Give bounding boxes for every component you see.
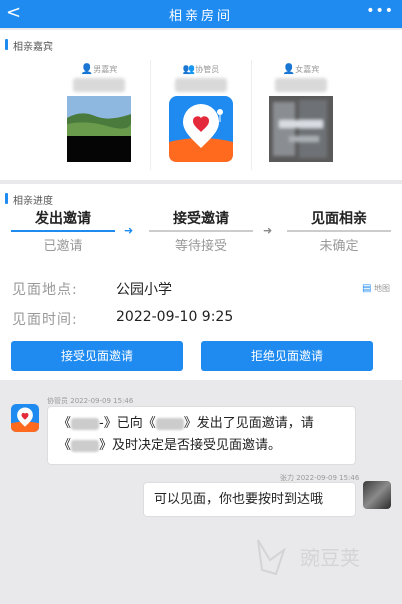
guest-role: 👤男嘉宾 (80, 64, 118, 75)
step-title: 接受邀请 (173, 211, 229, 227)
guest-role: 👤女嘉宾 (282, 64, 320, 75)
guest-name-blurred (73, 78, 125, 92)
male-guest-card[interactable]: 👤男嘉宾 (49, 60, 149, 195)
accept-invite-button[interactable]: 接受见面邀请 (11, 341, 183, 371)
location-row: 见面地点: 公园小学 ▤ 地图 (0, 279, 402, 301)
guest-role: 👥协管员 (182, 64, 220, 75)
time-value: 2022-09-10 9:25 (116, 309, 234, 325)
step-title: 见面相亲 (311, 211, 367, 227)
incoming-message-bubble: 《 -》已向《 》发出了见面邀请，请《》及时决定是否接受见面邀请。 (47, 406, 356, 465)
guest-name-blurred (275, 78, 327, 92)
step-line (287, 230, 391, 232)
location-value: 公园小学 (116, 282, 172, 298)
progress-steps: 发出邀请 已邀请 ➜ 接受邀请 等待接受 ➜ 见面相亲 未确定 (0, 210, 402, 254)
coordinator-card[interactable]: 👥协管员 (151, 60, 251, 195)
step-status: 已邀请 (43, 239, 83, 254)
time-row: 见面时间: 2022-09-10 9:25 (0, 309, 402, 331)
step-status: 未确定 (319, 239, 359, 254)
step-accept-invite: 接受邀请 等待接受 (149, 210, 253, 254)
app-logo-photo (169, 96, 233, 162)
female-guest-card[interactable]: 👤女嘉宾 (251, 60, 351, 195)
page-title: 相亲房间 (168, 9, 233, 24)
male-guest-photo (67, 96, 131, 162)
blurred-name (71, 439, 100, 452)
female-guest-photo (269, 96, 333, 162)
step-status: 等待接受 (174, 239, 227, 254)
section-title: 相亲嘉宾 (13, 42, 53, 53)
more-options-icon[interactable]: ••• (366, 3, 394, 19)
step-arrow-icon: ➜ (263, 224, 273, 237)
location-label: 见面地点: (12, 282, 78, 298)
reject-invite-button[interactable]: 拒绝见面邀请 (201, 341, 373, 371)
blurred-name (71, 417, 100, 430)
guests-section: 相亲嘉宾 👤男嘉宾 👥协管员 👤女嘉宾 (0, 30, 402, 180)
step-line (149, 230, 253, 232)
blurred-name (155, 417, 184, 430)
section-title: 相亲进度 (13, 196, 53, 207)
section-marker (5, 193, 8, 204)
person-icon: 👤 (282, 64, 296, 75)
watermark-text: 豌豆荚 (300, 546, 360, 570)
map-icon: ▤ (362, 283, 372, 294)
step-title: 发出邀请 (35, 211, 91, 227)
person-icon: 👤 (80, 64, 94, 75)
guest-name-blurred (175, 78, 227, 92)
coordinator-avatar[interactable] (11, 404, 39, 432)
title-bar: < 相亲房间 ••• (0, 0, 402, 28)
map-link[interactable]: ▤ 地图 (362, 283, 390, 294)
section-marker (5, 39, 8, 50)
step-arrow-icon: ➜ (124, 224, 134, 237)
step-send-invite: 发出邀请 已邀请 (11, 210, 115, 254)
watermark-logo: 豌豆荚 (257, 539, 360, 576)
app-logo-icon (11, 407, 39, 432)
people-icon: 👥 (182, 64, 196, 75)
user-avatar[interactable] (363, 481, 391, 509)
outgoing-message-bubble: 可以见面，你也要按时到达哦 (143, 482, 356, 517)
time-label: 见面时间: (12, 312, 78, 328)
step-line (11, 230, 115, 232)
step-meet: 见面相亲 未确定 (287, 210, 391, 254)
message-meta: 协管员 2022-09-09 15:46 (47, 397, 134, 405)
